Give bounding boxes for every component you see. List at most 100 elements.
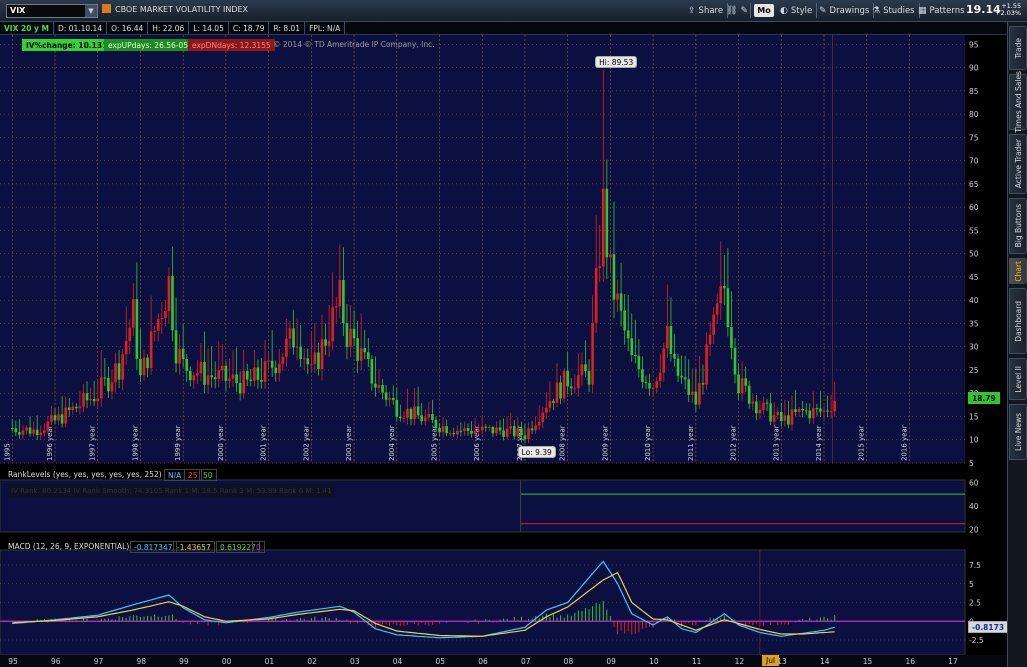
time-axis-label: 06: [478, 657, 488, 666]
candle-body: [733, 347, 737, 375]
symbol-field[interactable]: VIX ▼: [6, 4, 98, 18]
rank-na-value: N/A: [164, 469, 186, 481]
exp-up-days-label: expUPdays: 26.56-05: [104, 39, 193, 51]
sidebar-tab-trade[interactable]: Trade: [1009, 26, 1027, 70]
candle-body: [758, 409, 762, 414]
candle-body: [384, 392, 388, 400]
year-label: 2000 year: [217, 425, 225, 461]
candle-body: [484, 426, 488, 428]
candle-body: [406, 408, 409, 418]
candle-body: [57, 414, 60, 421]
year-label: 1996 year: [46, 425, 54, 461]
rank-axis-label: 40: [969, 502, 979, 511]
candle-body: [819, 408, 822, 412]
candle-body: [598, 266, 602, 268]
style-button[interactable]: ◐ Style: [776, 3, 818, 18]
sidebar-tab-live-news[interactable]: Live News: [1009, 404, 1027, 460]
candle-body: [167, 275, 171, 311]
candle-body: [459, 430, 463, 432]
candle-body: [712, 314, 715, 335]
sidebar-tab-big-buttons[interactable]: Big Buttons: [1009, 198, 1027, 254]
close-value: C: 18.79: [229, 22, 270, 34]
year-label: 2001 year: [260, 425, 268, 461]
sidebar-tab-chart[interactable]: Chart: [1009, 258, 1027, 284]
candle-body: [545, 407, 548, 413]
candle-body: [317, 352, 320, 370]
open-value: O: 16.44: [107, 22, 149, 34]
iv-change-label: IV%change: 10.1311: [22, 39, 117, 51]
sidebar-tab-level-ii[interactable]: Level II: [1009, 358, 1027, 400]
top-toolbar: VIX ▼ CBOE MARKET VOLATILITY INDEX ⇪ Share…: [0, 0, 1027, 22]
candle-body: [456, 430, 459, 435]
candle-body: [769, 403, 772, 422]
candle-body: [744, 378, 747, 386]
tools-button[interactable]: ⛓ ✎: [724, 3, 751, 18]
candle-body: [366, 352, 370, 360]
candle-body: [552, 400, 555, 403]
sidebar-tab-times-and-sales[interactable]: Times And Sales: [1009, 71, 1027, 133]
sidebar-tab-label: Live News: [1013, 413, 1023, 451]
chart-area[interactable]: 5101520253035404550556065707580859095199…: [0, 35, 1007, 667]
hi-marker-label: Hi: 89.53: [595, 56, 638, 68]
price-axis-label: 60: [969, 203, 979, 212]
time-axis-label: 16: [905, 657, 915, 666]
candle-body: [128, 327, 132, 342]
date-value: D: 01.10.14: [54, 22, 108, 34]
sidebar-tab-dashboard[interactable]: Dashboard: [1009, 288, 1027, 354]
candle-body: [826, 410, 829, 412]
macd-axis-label: 2.5: [969, 599, 981, 608]
studies-button[interactable]: ⚗ Studies: [868, 3, 920, 18]
macd-axis-label: 5: [969, 580, 974, 589]
macd-axis-label: -2.5: [969, 636, 984, 645]
candle-body: [64, 407, 67, 424]
candle-body: [139, 358, 142, 376]
candle-body: [213, 377, 217, 380]
sidebar-tab-label: Chart: [1013, 260, 1023, 282]
candle-body: [555, 382, 559, 403]
time-axis-label: 10: [649, 657, 659, 666]
candle-body: [295, 346, 299, 348]
candle-body: [96, 398, 100, 402]
patterns-button[interactable]: ▦ Patterns: [914, 3, 969, 18]
period-label[interactable]: VIX 20 y M: [0, 22, 54, 34]
candle-body: [527, 428, 530, 440]
macd-zero-value: 0: [252, 541, 265, 553]
candle-body: [18, 432, 21, 435]
candle-body: [516, 428, 520, 437]
candle-body: [548, 400, 552, 408]
share-button[interactable]: ⇪ Share: [684, 3, 729, 18]
price-axis-label: 85: [969, 87, 979, 96]
candle-body: [89, 398, 92, 401]
candle-body: [755, 401, 758, 414]
candle-body: [221, 365, 224, 371]
candle-body: [584, 364, 587, 371]
candle-body: [235, 374, 238, 383]
sidebar-tab-active-trader[interactable]: Active Trader: [1009, 134, 1027, 194]
exp-dn-days-label: expDNdays: 12.3155: [188, 39, 275, 51]
candle-body: [413, 406, 416, 420]
candle-body: [324, 339, 327, 346]
candle-body: [641, 369, 644, 382]
candle-body: [726, 288, 730, 328]
candle-body: [149, 331, 153, 369]
time-axis: [0, 655, 1007, 667]
candle-body: [374, 383, 377, 388]
time-axis-label: 15: [863, 657, 873, 666]
symbol-name-text: CBOE MARKET VOLATILITY INDEX: [115, 5, 249, 14]
price-axis-label: 90: [969, 64, 979, 73]
drawings-button[interactable]: ✎ Drawings: [815, 3, 875, 18]
candle-body: [32, 429, 35, 434]
candle-body: [666, 325, 669, 349]
candle-body: [523, 435, 527, 440]
candle-body: [473, 430, 477, 434]
candle-body: [363, 348, 367, 353]
aggregation-mo-button[interactable]: Mo: [754, 4, 774, 17]
candle-body: [260, 379, 263, 382]
candle-body: [488, 426, 491, 428]
high-value: H: 22.06: [148, 22, 190, 34]
chevron-down-icon[interactable]: ▼: [85, 5, 97, 17]
price-axis-label: 50: [969, 250, 979, 259]
candle-body: [619, 293, 623, 311]
candle-body: [203, 362, 206, 385]
symbol-text: VIX: [10, 6, 26, 15]
